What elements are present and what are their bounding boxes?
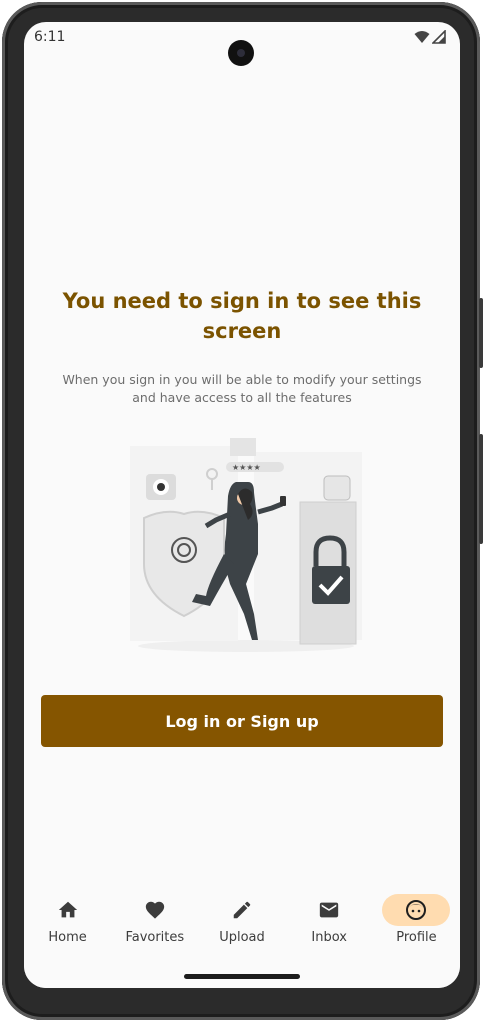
volume-button [479, 434, 483, 544]
nav-icon-container [382, 894, 451, 926]
login-signup-button[interactable]: Log in or Sign up [41, 695, 443, 747]
nav-icon-container [121, 894, 189, 926]
signal-icon [432, 30, 446, 44]
nav-label-inbox: Inbox [311, 930, 347, 945]
security-illustration: ★★★★ [130, 438, 362, 652]
svg-text:★★★★: ★★★★ [232, 463, 261, 472]
subtitle-line-1: When you sign in you will be able to mod… [62, 372, 422, 387]
gesture-navigation-bar[interactable] [184, 974, 300, 979]
title-line-1: You need to sign in to see this [62, 289, 422, 313]
page-subtitle: When you sign in you will be able to mod… [42, 371, 442, 407]
nav-item-profile[interactable]: Profile [373, 888, 460, 952]
nav-item-home[interactable]: Home [24, 888, 111, 952]
nav-item-inbox[interactable]: Inbox [286, 888, 373, 952]
power-button [479, 298, 483, 368]
pencil-icon [233, 901, 251, 919]
nav-icon-container [34, 894, 102, 926]
bottom-navigation: Home Favorites Upload Inbox Profile [24, 888, 460, 952]
nav-label-home: Home [48, 930, 87, 945]
front-camera [228, 40, 254, 66]
heart-icon [145, 901, 164, 919]
nav-icon-container [208, 894, 276, 926]
nav-label-profile: Profile [396, 930, 437, 945]
subtitle-line-2: and have access to all the features [132, 390, 352, 405]
nav-label-favorites: Favorites [125, 930, 185, 945]
status-icons [414, 30, 446, 44]
page-title: You need to sign in to see this screen [44, 286, 440, 346]
nav-icon-container [295, 894, 363, 926]
home-icon [58, 901, 77, 918]
face-icon [406, 900, 427, 920]
wifi-icon [414, 31, 430, 43]
app-screen: 6:11 You need to sign in to see this scr… [24, 22, 460, 988]
title-line-2: screen [202, 319, 282, 343]
mail-icon [320, 902, 339, 918]
nav-item-favorites[interactable]: Favorites [111, 888, 198, 952]
status-time: 6:11 [34, 29, 66, 45]
nav-label-upload: Upload [219, 930, 265, 945]
nav-item-upload[interactable]: Upload [198, 888, 285, 952]
